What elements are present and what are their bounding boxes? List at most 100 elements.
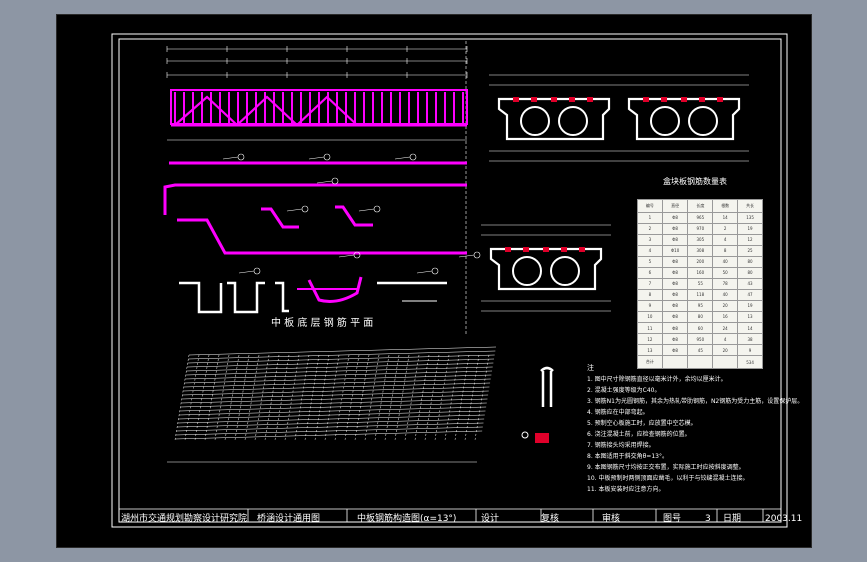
- note-line: 3. 钢筋N1为光圆钢筋，其余为热轧带肋钢筋，N2钢筋为受力主筋，设置保护层。: [587, 398, 804, 405]
- callout-leader: [316, 180, 333, 184]
- plan-hatch-line: [175, 430, 483, 440]
- table-cell: 40: [712, 288, 739, 301]
- table-cell: 12: [637, 333, 663, 346]
- callout-circle: [409, 153, 417, 161]
- callout-leader: [358, 208, 375, 212]
- table-cell: 长度: [687, 199, 714, 213]
- table-cell: 8: [712, 244, 739, 257]
- notes-detail-glyph: [521, 366, 554, 443]
- callout-leader: [222, 156, 239, 160]
- table-cell: 200: [687, 255, 714, 268]
- callout-leader: [458, 254, 475, 258]
- cad-viewport[interactable]: 中 板 底 层 钢 筋 平 面 盒块板钢筋数量表 编号 直径 长度 根数 共长 1 Φ8 96…: [56, 14, 812, 548]
- table-cell: Φ8: [661, 233, 689, 246]
- void-circle: [512, 256, 542, 286]
- table-cell: 13: [737, 310, 763, 324]
- table-row: 8 Φ8 118 40 47: [637, 288, 763, 301]
- table-cell: Φ10: [661, 244, 689, 257]
- drawing-name: 中板钢筋构造图(α=13°): [357, 514, 457, 524]
- note-line: 6. 浇注混凝土前，应检查钢筋的位置。: [587, 431, 691, 438]
- callout-leader: [416, 270, 433, 274]
- section-a: [489, 74, 619, 162]
- section-b: [619, 74, 749, 162]
- table-cell: 308: [687, 244, 714, 257]
- callout-circle: [301, 205, 309, 213]
- note-line: 10. 中板预制时两侧顶面应凿毛，以利于与铰缝混凝土连接。: [587, 475, 749, 482]
- section-c: [481, 224, 611, 312]
- table-cell: 合计: [637, 355, 663, 369]
- table-row: 10 Φ8 80 16 13: [637, 310, 763, 324]
- table-cell: Φ8: [661, 344, 689, 357]
- table-cell: Φ8: [661, 288, 689, 301]
- note-line: 11. 本板安装时应注意方向。: [587, 486, 665, 493]
- note-line: 5. 预制空心板施工时，应放置中空芯模。: [587, 420, 697, 427]
- table-cell: [687, 355, 714, 369]
- table-cell: 20: [712, 344, 739, 357]
- table-row: 9 Φ8 95 20 19: [637, 299, 763, 312]
- table-cell: 118: [687, 288, 714, 301]
- callout-leader: [308, 156, 325, 160]
- table-cell: 1: [637, 211, 663, 224]
- table-cell: 4: [712, 233, 739, 246]
- plan-hatch-line: [176, 422, 484, 432]
- table-cell: 2: [637, 222, 663, 235]
- table-cell: Φ8: [661, 333, 689, 346]
- table-cell: 534: [737, 355, 763, 369]
- section-rebar: [561, 247, 567, 252]
- table-cell: Φ8: [661, 222, 689, 235]
- callout-circle: [373, 205, 381, 213]
- table-cell: 12: [737, 233, 763, 246]
- sheet-number: 3: [705, 514, 711, 524]
- table-cell: [712, 355, 739, 369]
- table-cell: 19: [737, 222, 763, 235]
- design-label: 设计: [481, 514, 500, 524]
- callout-leader: [394, 156, 411, 160]
- table-cell: 共长: [737, 199, 763, 213]
- table-cell: 55: [687, 277, 714, 290]
- table-row: 7 Φ8 55 78 43: [637, 277, 763, 290]
- table-cell: 13: [637, 344, 663, 357]
- table-cell: 78: [712, 277, 739, 290]
- note-line: 4. 钢筋应在中部弯起。: [587, 409, 649, 416]
- table-cell: 6: [637, 266, 663, 279]
- section-rebar: [587, 97, 593, 102]
- table-row: 6 Φ8 160 50 80: [637, 266, 763, 279]
- table-cell: 20: [712, 299, 739, 312]
- table-cell: 根数: [712, 199, 739, 213]
- table-cell: 80: [737, 255, 763, 268]
- note-line: 9. 本图钢筋尺寸均按正交布置，实际施工时应按斜度调整。: [587, 464, 745, 471]
- table-cell: 965: [687, 211, 714, 224]
- callout-circle: [473, 251, 481, 259]
- table-cell: 60: [687, 321, 714, 335]
- section-rebar: [699, 97, 705, 102]
- section-rebar: [579, 247, 585, 252]
- table-cell: Φ8: [661, 211, 689, 224]
- table-cell: 38: [737, 333, 763, 346]
- void-circle: [650, 106, 680, 136]
- table-cell: 10: [637, 310, 663, 324]
- dimension-annotations: [166, 46, 481, 275]
- table-cell: 4: [637, 244, 663, 257]
- table-cell: [661, 355, 689, 369]
- table-cell: 14: [737, 321, 763, 335]
- table-cell: Φ8: [661, 321, 689, 335]
- table-cell: 135: [737, 211, 763, 224]
- plan-hatch-line: [177, 418, 485, 428]
- section-rebar: [643, 97, 649, 102]
- note-line: 2. 混凝土强度等级为C40。: [587, 387, 661, 394]
- table-cell: 直径: [661, 199, 689, 213]
- section-rebar: [717, 97, 723, 102]
- section-rebar: [543, 247, 549, 252]
- void-circle: [558, 106, 588, 136]
- table-cell: 5: [637, 255, 663, 268]
- table-cell: 305: [687, 233, 714, 246]
- callout-circle: [323, 153, 331, 161]
- section-rebar: [551, 97, 557, 102]
- table-cell: 9: [637, 299, 663, 312]
- plan-grid: [167, 346, 497, 463]
- section-outline: [497, 97, 611, 141]
- review-label: 复核: [541, 514, 560, 524]
- table-row: 1 Φ8 965 14 135: [637, 211, 763, 224]
- table-row: 4 Φ10 308 8 25: [637, 244, 763, 257]
- table-cell: Φ8: [661, 310, 689, 324]
